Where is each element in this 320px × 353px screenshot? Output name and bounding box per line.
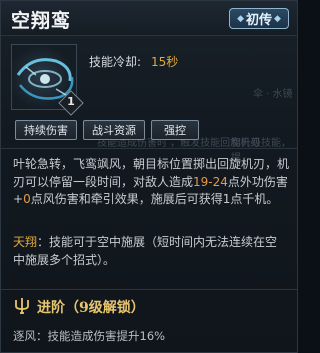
skill-title: 空翔鸾 [11,10,72,32]
tag-sustained-damage[interactable]: 持续伤害 [15,120,77,140]
title-bar: 空翔鸾 ◆ 初传 ◆ [1,1,297,35]
skill-description: 叶轮急转，飞鸾飒风，朝目标位置掷出回旋机刃，机刃可以停留一段时间，对敌人造成19… [13,156,289,209]
skill-level: 1 [67,95,75,108]
damage-range: 19-24 [193,174,228,189]
divider [1,148,297,149]
skyflight-name: 天翔 [13,235,38,249]
advance-label: 进阶 [37,300,65,316]
divider [1,35,297,36]
tag-combat-resource[interactable]: 战斗资源 [83,120,145,140]
skyflight-text: ：技能可于空中施展（短时间内无法连续在空中施展多个招式）。 [13,235,278,267]
badge-ornament-icon: ◆ [237,13,244,24]
advance-requirement: （9级解锁） [65,300,145,316]
skill-tags: 持续伤害 战斗资源 强控 [15,120,199,140]
tag-hard-control[interactable]: 强控 [151,120,199,140]
background-text: 伞 · 水镜 [253,89,293,100]
divider [1,289,297,290]
advance-description: 逐风：技能造成伤害提升16% [13,329,166,343]
advance-title: 进阶（9级解锁） [37,297,145,317]
cooldown-value: 15秒 [151,55,179,69]
trident-icon [13,297,31,315]
rank-badge-label: 初传 [245,13,272,28]
cooldown-label: 技能冷却: [89,55,142,69]
rank-badge: ◆ 初传 ◆ [229,8,289,29]
wind-damage-value: 0 [23,192,31,206]
description-text: 点风伤害和牵引效果，施展后可获得1点千机。 [30,192,279,206]
skill-tooltip: 空翔鸾 ◆ 初传 ◆ 1 技能冷却: 15秒 伞 · 水镜 技能造成伤害时 ，触… [0,0,298,353]
skyflight-effect: 天翔：技能可于空中施展（短时间内无法连续在空中施展多个招式）。 [13,234,289,269]
badge-ornament-icon: ◆ [274,13,281,24]
